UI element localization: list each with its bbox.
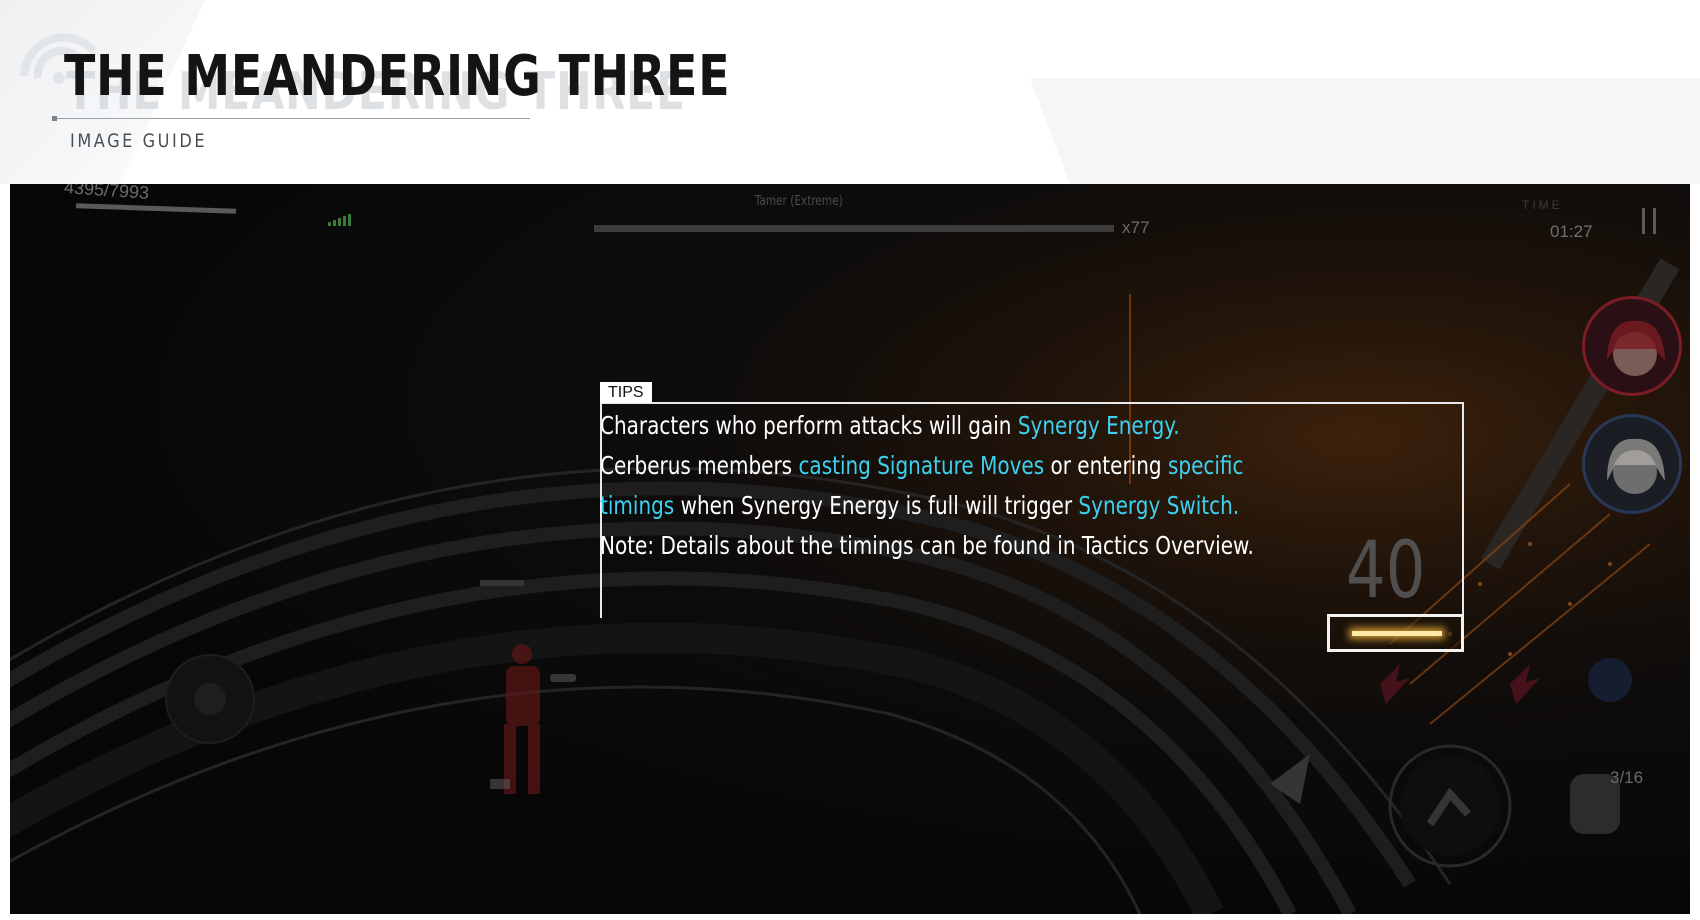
tips-line-3: timings when Synergy Energy is full will… (600, 491, 1240, 520)
title-divider-dot (52, 116, 57, 121)
battle-timer: 01:27 (1550, 222, 1593, 241)
guide-header: THE MEANDERING THREE THE MEANDERING THRE… (0, 0, 1700, 184)
character-portrait-2[interactable] (1582, 414, 1682, 514)
ammo-counter: 3/16 (1610, 768, 1644, 787)
boss-name: Tamer (Extreme) (754, 194, 843, 209)
pause-icon[interactable] (1640, 208, 1658, 234)
header-stripe (1030, 78, 1700, 184)
tips-line-1: Characters who perform attacks will gain… (600, 411, 1180, 440)
highlight-synergy-switch: Synergy Switch. (1078, 491, 1240, 520)
tips-line-2: Cerberus members casting Signature Moves… (600, 451, 1244, 480)
synergy-energy-gauge-highlight (1327, 614, 1464, 652)
title-divider (54, 118, 530, 119)
tips-tag: TIPS (600, 382, 652, 403)
synergy-energy-gauge (1352, 631, 1442, 636)
signal-icon (328, 214, 351, 226)
highlight-synergy-energy: Synergy Energy. (1017, 411, 1180, 440)
highlight-timings: timings (600, 491, 675, 520)
tips-text: Characters who perform attacks will gain… (600, 406, 1254, 566)
boss-hp-bar (594, 225, 1114, 232)
timer-label: TIME (1522, 198, 1563, 212)
tips-line-4: Note: Details about the timings can be f… (600, 531, 1254, 560)
page-subtitle: IMAGE GUIDE (70, 130, 208, 152)
highlight-signature-moves: casting Signature Moves (798, 451, 1045, 480)
boss-hp-multiplier: x77 (1122, 218, 1150, 237)
page-title: THE MEANDERING THREE (64, 44, 731, 109)
highlight-specific: specific (1167, 451, 1244, 480)
character-portrait-1[interactable] (1582, 296, 1682, 396)
